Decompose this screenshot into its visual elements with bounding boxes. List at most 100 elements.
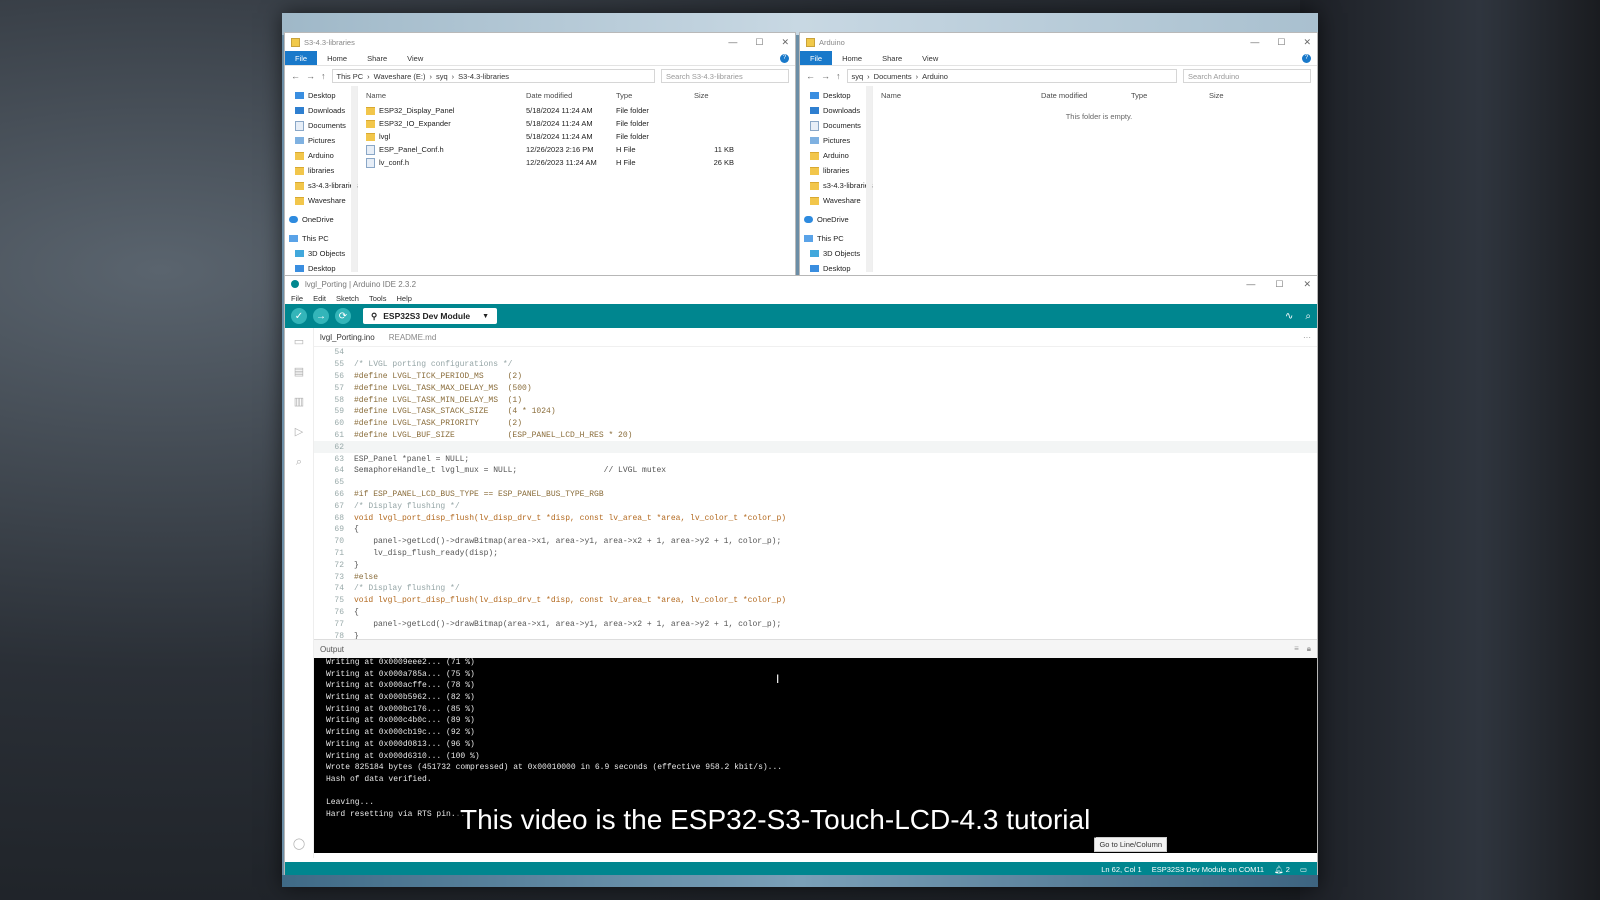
column-date[interactable]: Date modified: [1041, 91, 1131, 100]
nav-item-documents[interactable]: Documents: [285, 118, 357, 133]
sketchbook-folder-icon[interactable]: ▭: [292, 336, 306, 348]
file-row[interactable]: lv_conf.h 12/26/2023 11:24 AM H File 26 …: [366, 156, 795, 169]
maximize-icon[interactable]: ☐: [1275, 279, 1283, 290]
code-line[interactable]: 67 /* Display flushing */: [314, 500, 1317, 512]
serial-plotter-icon[interactable]: ∿: [1285, 311, 1293, 322]
column-name[interactable]: Name: [881, 91, 1041, 100]
tab-lvgl-porting[interactable]: lvgl_Porting.ino: [320, 333, 375, 342]
nav-item-desktop-pc[interactable]: Desktop: [800, 261, 872, 276]
ribbon-tab-view[interactable]: View: [397, 54, 433, 63]
minimize-icon[interactable]: —: [1246, 279, 1255, 290]
debug-panel-icon[interactable]: ▷: [292, 426, 306, 438]
code-line[interactable]: 77 panel->getLcd()->drawBitmap(area->x1,…: [314, 618, 1317, 630]
code-line[interactable]: 73 #else: [314, 571, 1317, 583]
nav-scrollbar[interactable]: [351, 86, 357, 272]
code-line[interactable]: 78}: [314, 630, 1317, 639]
file-row[interactable]: ESP32_IO_Expander 5/18/2024 11:24 AM Fil…: [366, 117, 795, 130]
search-icon[interactable]: ⌕: [292, 456, 306, 468]
back-arrow-icon[interactable]: ←: [291, 71, 300, 81]
breadcrumb-item[interactable]: syq: [436, 72, 448, 81]
notification-count[interactable]: 🔔︎ 2: [1274, 865, 1290, 874]
code-line[interactable]: 72}: [314, 559, 1317, 571]
upload-arrow-icon[interactable]: →: [313, 308, 329, 324]
minimize-icon[interactable]: —: [1250, 37, 1259, 48]
code-line[interactable]: 69 {: [314, 524, 1317, 536]
debug-icon[interactable]: ⟳: [335, 308, 351, 324]
tab-readme[interactable]: README.md: [389, 333, 437, 342]
nav-item-downloads[interactable]: Downloads: [285, 103, 357, 118]
code-editor[interactable]: 54 55 /* LVGL porting configurations */ 56 #…: [314, 347, 1317, 639]
nav-item-pictures[interactable]: Pictures: [285, 133, 357, 148]
clear-output-icon[interactable]: ≡: [1294, 644, 1299, 654]
code-line[interactable]: 63 ESP_Panel *panel = NULL;: [314, 453, 1317, 465]
code-line[interactable]: 60 #define LVGL_TASK_PRIORITY (2): [314, 418, 1317, 430]
back-arrow-icon[interactable]: ←: [806, 71, 815, 81]
help-icon[interactable]: ?: [1302, 53, 1311, 63]
code-line[interactable]: 71 lv_disp_flush_ready(disp);: [314, 548, 1317, 560]
breadcrumb-item[interactable]: Waveshare (E:): [374, 72, 426, 81]
more-options-icon[interactable]: ···: [1303, 333, 1311, 342]
nav-item-arduino[interactable]: Arduino: [800, 148, 872, 163]
code-line[interactable]: 76 {: [314, 607, 1317, 619]
code-line[interactable]: 57 #define LVGL_TASK_MAX_DELAY_MS (500): [314, 382, 1317, 394]
nav-item-documents[interactable]: Documents: [800, 118, 872, 133]
code-line[interactable]: 56 #define LVGL_TICK_PERIOD_MS (2): [314, 371, 1317, 383]
maximize-icon[interactable]: ☐: [1277, 37, 1285, 48]
column-type[interactable]: Type: [1131, 91, 1209, 100]
up-arrow-icon[interactable]: ↑: [836, 71, 841, 81]
nav-item-desktop[interactable]: Desktop: [285, 88, 357, 103]
code-line[interactable]: 55 /* LVGL porting configurations */: [314, 359, 1317, 371]
breadcrumb-item[interactable]: Documents: [874, 72, 912, 81]
nav-item-downloads[interactable]: Downloads: [800, 103, 872, 118]
column-size[interactable]: Size: [694, 91, 734, 100]
nav-item-s3-libraries[interactable]: s3-4.3-libraries: [800, 178, 873, 193]
nav-scrollbar[interactable]: [866, 86, 872, 272]
column-name[interactable]: Name: [366, 91, 526, 100]
ribbon-tab-share[interactable]: Share: [357, 54, 397, 63]
forward-arrow-icon[interactable]: →: [821, 71, 830, 81]
menu-file[interactable]: File: [291, 294, 303, 303]
code-line[interactable]: 59 #define LVGL_TASK_STACK_SIZE (4 * 1024…: [314, 406, 1317, 418]
nav-item-onedrive[interactable]: OneDrive: [285, 212, 357, 227]
ribbon-tab-view[interactable]: View: [912, 54, 948, 63]
help-icon[interactable]: ?: [780, 53, 789, 63]
board-port-status[interactable]: ESP32S3 Dev Module on COM11: [1152, 865, 1264, 874]
code-line[interactable]: 54: [314, 347, 1317, 359]
nav-item-waveshare[interactable]: Waveshare: [800, 193, 872, 208]
nav-item-onedrive[interactable]: OneDrive: [800, 212, 872, 227]
menu-help[interactable]: Help: [396, 294, 411, 303]
column-type[interactable]: Type: [616, 91, 694, 100]
breadcrumb-item[interactable]: This PC: [337, 72, 364, 81]
close-icon[interactable]: ✕: [1303, 37, 1311, 48]
breadcrumb-item[interactable]: S3-4.3-libraries: [458, 72, 509, 81]
ribbon-tab-home[interactable]: Home: [832, 54, 872, 63]
code-line[interactable]: 58 #define LVGL_TASK_MIN_DELAY_MS (1): [314, 394, 1317, 406]
breadcrumb-item[interactable]: syq: [852, 72, 864, 81]
library-manager-icon[interactable]: ▥: [292, 396, 306, 408]
lock-icon[interactable]: 🔒︎: [1307, 644, 1311, 654]
menu-edit[interactable]: Edit: [313, 294, 326, 303]
column-date[interactable]: Date modified: [526, 91, 616, 100]
address-bar[interactable]: This PC › Waveshare (E:) › syq › S3-4.3-lib…: [331, 69, 655, 83]
file-row[interactable]: ESP_Panel_Conf.h 12/26/2023 2:16 PM H Fi…: [366, 143, 795, 156]
boards-manager-icon[interactable]: ▤: [292, 366, 306, 378]
nav-item-libraries[interactable]: libraries: [800, 163, 872, 178]
code-line[interactable]: 70 panel->getLcd()->drawBitmap(area->x1,…: [314, 536, 1317, 548]
serial-monitor-icon[interactable]: ⌕: [1305, 311, 1311, 322]
address-bar[interactable]: syq › Documents › Arduino: [846, 69, 1177, 83]
nav-item-desktop[interactable]: Desktop: [800, 88, 872, 103]
nav-item-s3-libraries[interactable]: s3-4.3-libraries: [285, 178, 358, 193]
board-selector[interactable]: ⚲ ESP32S3 Dev Module ▼: [363, 308, 497, 324]
menu-tools[interactable]: Tools: [369, 294, 387, 303]
account-icon[interactable]: ◯: [292, 838, 306, 850]
ribbon-tab-file[interactable]: File: [800, 51, 833, 65]
nav-item-this-pc[interactable]: This PC: [800, 231, 872, 246]
file-row[interactable]: ESP32_Display_Panel 5/18/2024 11:24 AM F…: [366, 104, 795, 117]
file-row[interactable]: lvgl 5/18/2024 11:24 AM File folder: [366, 130, 795, 143]
code-line[interactable]: 65: [314, 477, 1317, 489]
nav-item-3d-objects[interactable]: 3D Objects: [800, 246, 872, 261]
forward-arrow-icon[interactable]: →: [306, 71, 315, 81]
verify-check-icon[interactable]: ✓: [291, 308, 307, 324]
ribbon-tab-share[interactable]: Share: [872, 54, 912, 63]
column-size[interactable]: Size: [1209, 91, 1249, 100]
